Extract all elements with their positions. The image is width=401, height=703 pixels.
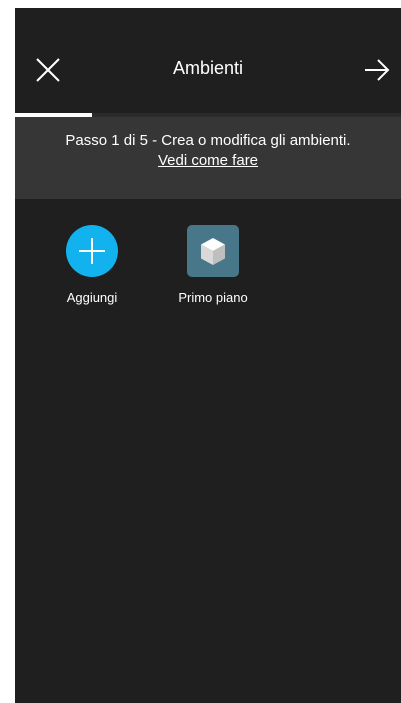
page-title: Ambienti <box>172 58 244 78</box>
help-link[interactable]: Vedi come fare <box>15 151 401 171</box>
step-description: Passo 1 di 5 - Crea o modifica gli ambie… <box>65 132 351 149</box>
plus-icon <box>79 238 105 264</box>
next-button[interactable] <box>361 54 393 86</box>
room-icon-tile <box>187 225 239 277</box>
app-screen: Ambienti Passo 1 di 5 - Crea o modifica … <box>15 8 401 703</box>
arrow-right-icon <box>365 59 390 81</box>
add-circle <box>66 225 118 277</box>
room-label: Primo piano <box>178 290 248 305</box>
cube-icon <box>201 238 225 265</box>
step-info-banner: Passo 1 di 5 - Crea o modifica gli ambie… <box>15 117 401 199</box>
header-bar: Ambienti <box>15 8 401 115</box>
add-room-label: Aggiungi <box>66 290 118 305</box>
